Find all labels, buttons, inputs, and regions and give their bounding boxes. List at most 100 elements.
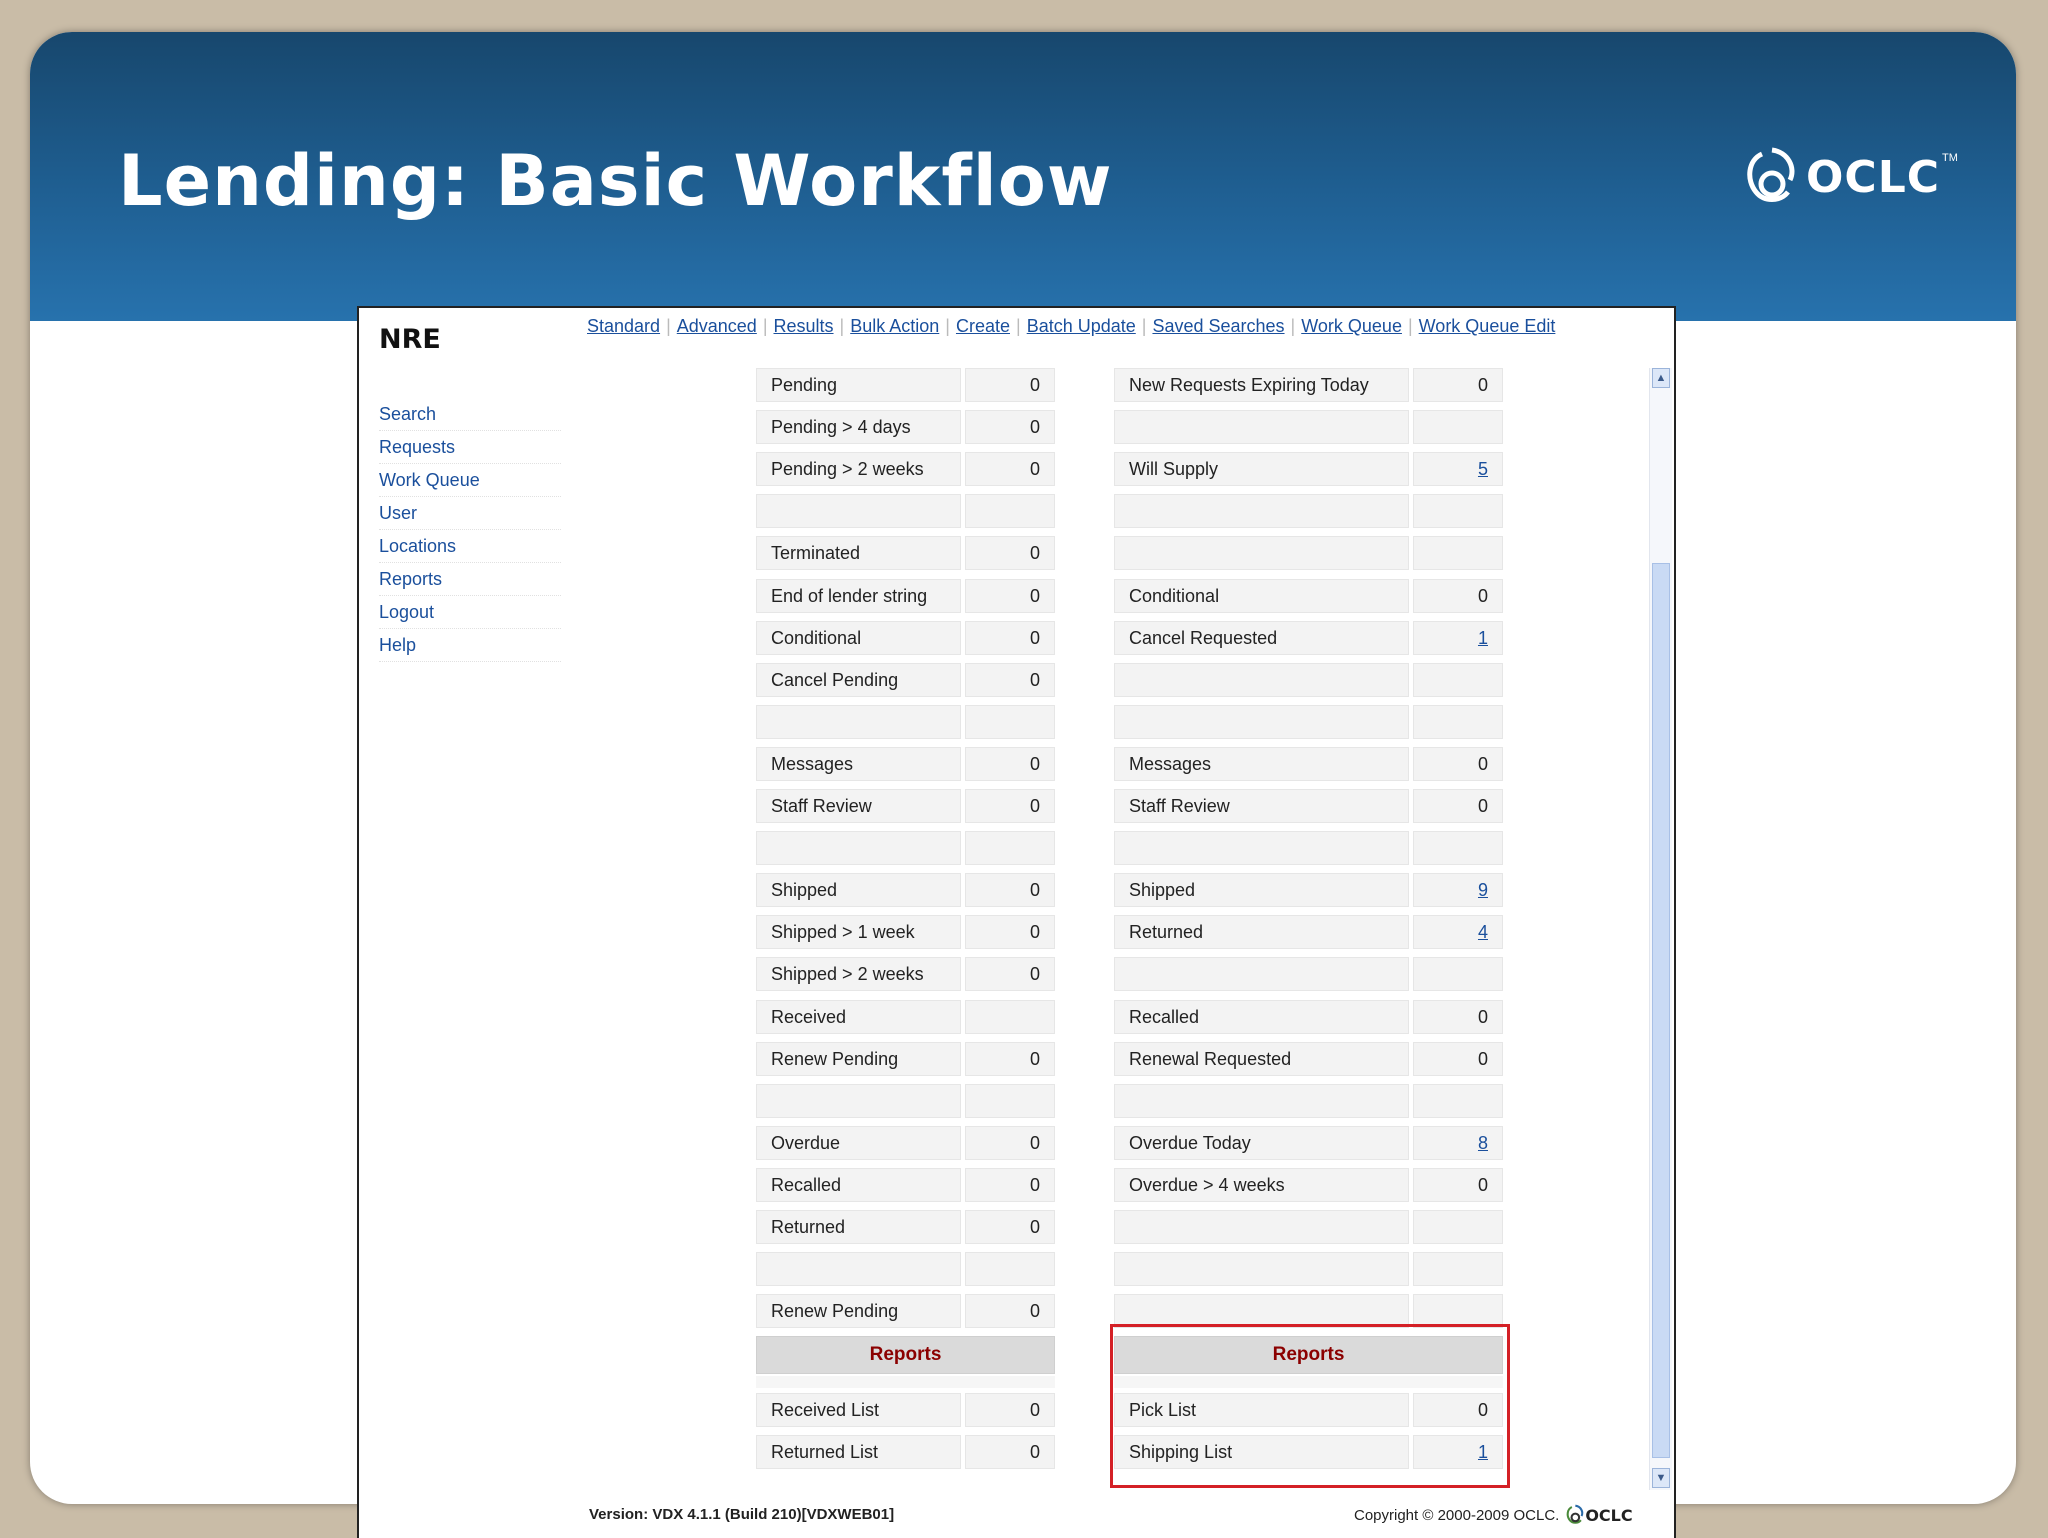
right-label — [1114, 831, 1409, 865]
sidebar-item-requests[interactable]: Requests — [379, 431, 561, 464]
nav-separator: | — [1290, 316, 1296, 336]
right-count — [1413, 1294, 1503, 1328]
oclc-logo: OCLC TM — [1742, 146, 1958, 208]
right-count[interactable]: 4 — [1413, 915, 1503, 949]
topnav-link-work-queue-edit[interactable]: Work Queue Edit — [1419, 316, 1556, 336]
logo-trademark: TM — [1942, 152, 1958, 164]
sidebar-item-work-queue[interactable]: Work Queue — [379, 464, 561, 497]
topnav-link-standard[interactable]: Standard — [587, 316, 660, 336]
left-count: 0 — [965, 621, 1055, 655]
right-count — [1413, 663, 1503, 697]
sidebar-item-locations[interactable]: Locations — [379, 530, 561, 563]
left-count — [965, 1000, 1055, 1034]
right-count — [1413, 705, 1503, 739]
vertical-scrollbar[interactable]: ▲ ▼ — [1649, 368, 1672, 1490]
left-report-count: 0 — [965, 1435, 1055, 1469]
right-count: 0 — [1413, 789, 1503, 823]
footer-swirl-icon — [1566, 1504, 1584, 1524]
left-label: Staff Review — [756, 789, 961, 823]
right-count: 0 — [1413, 368, 1503, 402]
sidebar-item-user[interactable]: User — [379, 497, 561, 530]
sidebar-item-search[interactable]: Search — [379, 398, 561, 431]
left-label: Renew Pending — [756, 1294, 961, 1328]
right-label — [1114, 1252, 1409, 1286]
oclc-swirl-icon — [1747, 147, 1795, 202]
right-count[interactable]: 9 — [1413, 873, 1503, 907]
nav-separator: | — [762, 316, 768, 336]
left-count: 0 — [965, 1210, 1055, 1244]
vdx-window: NRE Standard | Advanced | Results | Bulk Actio… — [357, 306, 1676, 1538]
right-count: 0 — [1413, 1000, 1503, 1034]
right-count: 0 — [1413, 1168, 1503, 1202]
version-text: Version: VDX 4.1.1 (Build 210)[VDXWEB01] — [589, 1506, 895, 1523]
left-count: 0 — [965, 536, 1055, 570]
topnav-link-advanced[interactable]: Advanced — [677, 316, 757, 336]
scroll-down-icon[interactable]: ▼ — [1652, 1468, 1670, 1488]
left-report-label: Received List — [756, 1393, 961, 1427]
right-count[interactable]: 1 — [1413, 621, 1503, 655]
right-count[interactable]: 5 — [1413, 452, 1503, 486]
left-count: 0 — [965, 1042, 1055, 1076]
left-label: Received — [756, 1000, 961, 1034]
right-label — [1114, 410, 1409, 444]
left-label: Terminated — [756, 536, 961, 570]
topnav-link-create[interactable]: Create — [956, 316, 1010, 336]
scroll-up-icon[interactable]: ▲ — [1652, 368, 1670, 388]
left-count: 0 — [965, 1294, 1055, 1328]
left-label: Shipped — [756, 873, 961, 907]
topnav-link-batch-update[interactable]: Batch Update — [1027, 316, 1136, 336]
left-count — [965, 831, 1055, 865]
footer-logo-text: OCLC — [1585, 1505, 1633, 1525]
left-reports-spacer — [756, 1376, 1055, 1388]
left-label: Pending > 2 weeks — [756, 452, 961, 486]
left-label: Pending — [756, 368, 961, 402]
right-label: Returned — [1114, 915, 1409, 949]
left-label: Recalled — [756, 1168, 961, 1202]
topnav-link-results[interactable]: Results — [774, 316, 834, 336]
sidebar-item-reports[interactable]: Reports — [379, 563, 561, 596]
left-label — [756, 494, 961, 528]
left-report-label: Returned List — [756, 1435, 961, 1469]
right-label: New Requests Expiring Today — [1114, 368, 1409, 402]
left-label: Overdue — [756, 1126, 961, 1160]
left-count: 0 — [965, 873, 1055, 907]
scroll-thumb[interactable] — [1652, 563, 1670, 1458]
topnav-link-work-queue[interactable]: Work Queue — [1301, 316, 1402, 336]
sidebar-item-help[interactable]: Help — [379, 629, 561, 662]
left-count: 0 — [965, 957, 1055, 991]
left-reports-header: Reports — [756, 1336, 1055, 1374]
sidebar-item-logout[interactable]: Logout — [379, 596, 561, 629]
left-count — [965, 1084, 1055, 1118]
left-label: Messages — [756, 747, 961, 781]
left-label: Shipped > 1 week — [756, 915, 961, 949]
left-label: Conditional — [756, 621, 961, 655]
brand-label: NRE — [379, 324, 441, 355]
right-label: Overdue > 4 weeks — [1114, 1168, 1409, 1202]
nav-separator: | — [666, 316, 671, 336]
left-label: End of lender string — [756, 579, 961, 613]
right-label — [1114, 957, 1409, 991]
nav-separator: | — [1141, 316, 1147, 336]
slide-title: Lending: Basic Workflow — [118, 140, 1113, 222]
highlight-box — [1110, 1324, 1510, 1488]
left-label: Shipped > 2 weeks — [756, 957, 961, 991]
right-label: Conditional — [1114, 579, 1409, 613]
topnav-link-saved-searches[interactable]: Saved Searches — [1152, 316, 1284, 336]
right-label — [1114, 536, 1409, 570]
left-count: 0 — [965, 1126, 1055, 1160]
left-count — [965, 494, 1055, 528]
right-label: Overdue Today — [1114, 1126, 1409, 1160]
footer-oclc-logo: OCLC — [1565, 1504, 1633, 1526]
right-count[interactable]: 8 — [1413, 1126, 1503, 1160]
left-count: 0 — [965, 579, 1055, 613]
side-nav: Search Requests Work Queue User Locations Rep… — [379, 398, 561, 662]
left-count: 0 — [965, 410, 1055, 444]
copyright: Copyright © 2000-2009 OCLC. OCLC — [1354, 1504, 1633, 1526]
left-report-count: 0 — [965, 1393, 1055, 1427]
left-count — [965, 705, 1055, 739]
left-label — [756, 705, 961, 739]
left-count: 0 — [965, 452, 1055, 486]
right-label — [1114, 494, 1409, 528]
right-label — [1114, 1294, 1409, 1328]
topnav-link-bulk-action[interactable]: Bulk Action — [850, 316, 939, 336]
